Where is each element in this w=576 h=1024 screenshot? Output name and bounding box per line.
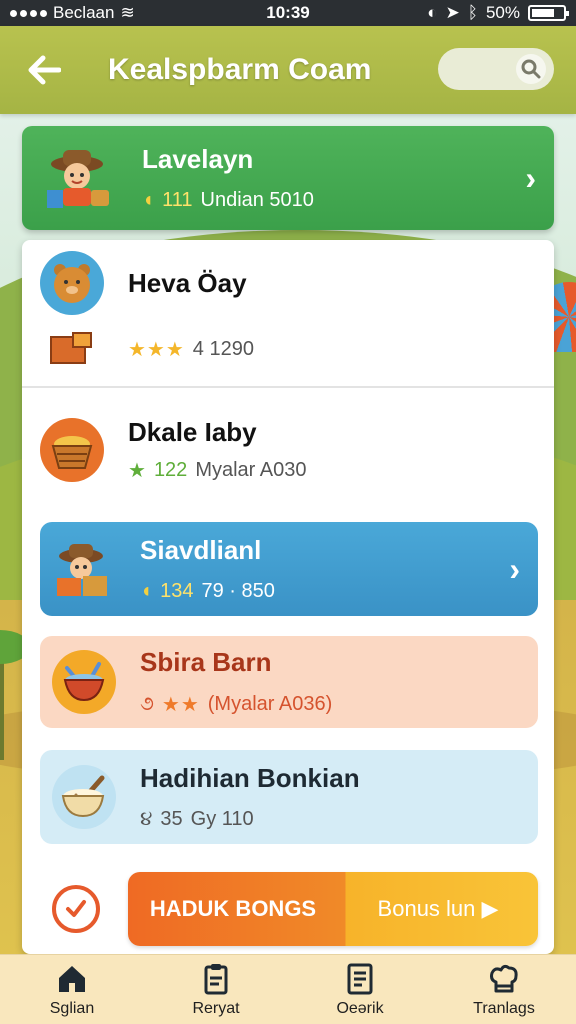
item-meta: ★★★ 4 1290 — [128, 337, 254, 362]
list-item[interactable]: Sbira Barn ૭ ★★ (Myalar A036) — [40, 636, 538, 728]
rating-stars: ★★ — [161, 694, 200, 716]
location-icon: ➤ — [445, 3, 460, 22]
item-text: Sbira Barn ૭ ★★ (Myalar A036) — [140, 647, 332, 717]
crate-icon — [40, 331, 104, 367]
chevron-right-icon: › — [525, 159, 536, 196]
spiral-icon: ૭ — [140, 693, 154, 715]
bonus-button[interactable]: Bonus lun ▶ — [338, 896, 538, 922]
check-icon — [66, 900, 86, 917]
clipboard-icon — [204, 963, 228, 994]
bear-avatar-icon — [40, 251, 104, 315]
chef-hat-icon — [490, 964, 518, 992]
item-name: Sbira Barn — [140, 647, 272, 677]
tab-sglian[interactable]: Sglian — [12, 962, 132, 1018]
item-name: Hadihian Bonkian — [140, 763, 360, 793]
mixing-bowl-avatar-icon — [52, 765, 116, 829]
list-item[interactable]: Dkale Iaby ★ 122 Myalar A030 — [40, 400, 538, 500]
item-stat: 4 1290 — [192, 337, 254, 360]
search-icon — [516, 54, 546, 84]
item-name: Dkale Iaby — [128, 417, 257, 447]
divider — [22, 386, 554, 388]
tab-label: Reryat — [192, 999, 240, 1017]
page-title: Kealspbarm Coam — [108, 53, 372, 86]
item-text: Hadihian Bonkian ૪ 35 Gy 110 — [140, 763, 360, 831]
item-detail: Myalar A030 — [195, 459, 307, 481]
item-name: Heva Öay — [128, 267, 247, 298]
tab-reryat[interactable]: Reryat — [156, 962, 276, 1018]
bottom-tab-bar: Sglian Reryat Oeərik Tranlags — [0, 954, 576, 1024]
palm-tree-decoration — [0, 630, 30, 760]
battery-icon — [528, 5, 569, 21]
arrow-left-icon — [28, 55, 61, 85]
item-stat: 134 — [160, 580, 194, 602]
search-button[interactable] — [438, 48, 554, 90]
home-icon — [59, 965, 85, 992]
carrier-label: Beclaan — [53, 3, 115, 22]
item-text: Dkale Iaby ★ 122 Myalar A030 — [128, 417, 306, 483]
chevron-right-icon: › — [509, 550, 520, 587]
check-button[interactable] — [52, 885, 100, 933]
status-time: 10:39 — [266, 3, 310, 22]
tab-label: Sglian — [49, 999, 95, 1017]
rating-stars: ★★★ — [128, 338, 185, 361]
featured-stat: 111 — [162, 189, 193, 211]
item-detail: (Myalar A036) — [207, 693, 333, 715]
clip-icon: ૪ — [140, 808, 153, 830]
item-text: Siavdlianl ◖ 134 79 · 850 — [140, 535, 275, 603]
back-button[interactable] — [20, 46, 68, 94]
tab-label: Tranlags — [473, 999, 535, 1017]
basket-avatar-icon — [40, 418, 104, 482]
signal-dots-icon — [10, 9, 47, 17]
list-item-highlighted[interactable]: Siavdlianl ◖ 134 79 · 850 › — [40, 522, 538, 616]
featured-detail: Undian 5010 — [200, 189, 314, 211]
item-meta: ★ 122 Myalar A030 — [128, 458, 306, 483]
alarm-icon: ◐ — [427, 3, 438, 22]
bluetooth-icon: ᛒ — [467, 3, 478, 22]
featured-card-text: Lavelayn ◖ 111 Undian 5010 — [142, 144, 314, 212]
item-detail: Gy 110 — [190, 808, 254, 830]
haduk-bongs-button[interactable]: HADUK BONGS — [128, 896, 338, 922]
featured-card[interactable]: Lavelayn ◖ 111 Undian 5010 › — [22, 126, 554, 230]
coin-icon: ◖ — [140, 580, 153, 602]
status-right: ◐ ➤ ᛒ 50% — [346, 3, 569, 23]
item-meta: ૪ 35 Gy 110 — [140, 808, 360, 831]
item-meta: ◖ 134 79 · 850 — [140, 580, 275, 603]
tab-oeerik[interactable]: Oeərik — [300, 962, 420, 1018]
item-stat: 35 — [160, 808, 183, 830]
list-item[interactable]: Heva Öay ★★★ 4 1290 — [40, 248, 538, 384]
farmer-avatar-icon — [52, 537, 116, 601]
bonus-row: HADUK BONGS Bonus lun ▶ — [40, 872, 538, 946]
bowl-avatar-icon — [52, 650, 116, 714]
bonus-bar: HADUK BONGS Bonus lun ▶ — [128, 872, 538, 946]
document-icon — [347, 963, 373, 994]
item-meta: ૭ ★★ (Myalar A036) — [140, 692, 332, 717]
recipe-list: Heva Öay ★★★ 4 1290 Dkale Iaby ★ 122 Mya… — [22, 240, 554, 954]
tab-label: Oeərik — [336, 999, 384, 1017]
coin-icon: ◖ — [142, 189, 155, 211]
item-name: Siavdlianl — [140, 535, 262, 565]
list-item[interactable]: Hadihian Bonkian ૪ 35 Gy 110 — [40, 750, 538, 844]
battery-percent: 50% — [485, 3, 520, 22]
item-detail: 79 · 850 — [201, 580, 275, 602]
app-header: Kealspbarm Coam — [0, 26, 576, 114]
featured-name: Lavelayn — [142, 144, 254, 174]
status-left: Beclaan ≋ — [10, 3, 230, 23]
farmer-avatar-icon — [40, 139, 118, 217]
status-bar: Beclaan ≋ 10:39 ◐ ➤ ᛒ 50% — [0, 0, 576, 26]
wifi-icon: ≋ — [120, 3, 135, 22]
star-icon: ★ — [128, 460, 146, 482]
tab-tranlags[interactable]: Tranlags — [444, 962, 564, 1018]
item-stat: 122 — [153, 459, 188, 481]
featured-meta: ◖ 111 Undian 5010 — [142, 189, 314, 212]
